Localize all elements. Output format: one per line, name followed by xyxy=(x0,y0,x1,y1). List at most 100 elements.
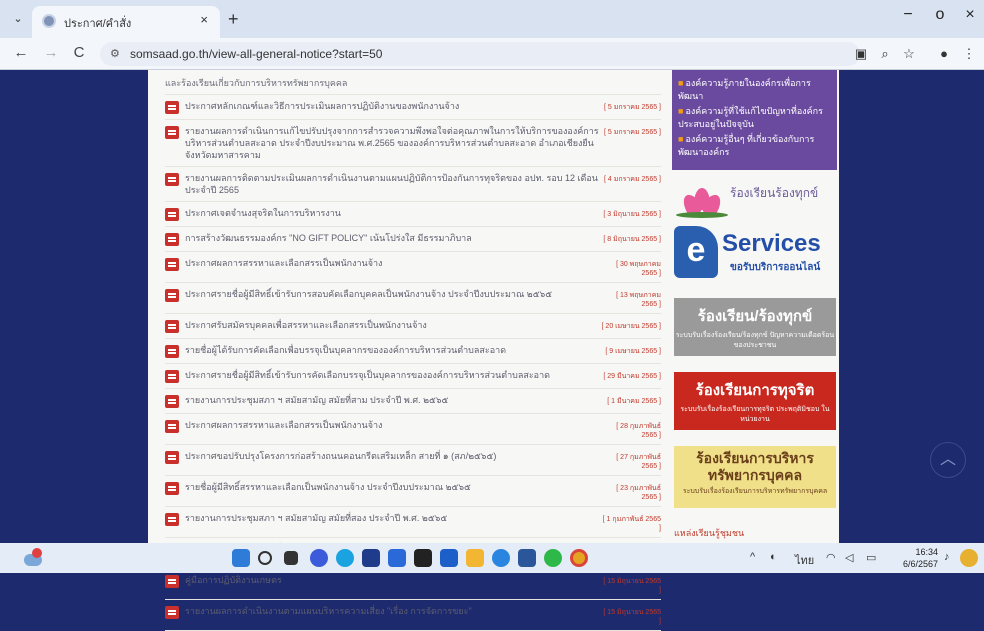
store-icon[interactable] xyxy=(362,549,380,567)
complaint-header: ร้องเรียนร้องทุกข์ xyxy=(670,182,838,222)
notice-title[interactable]: ประกาศผลการสรรหาและเลือกสรรเป็นพนักงานจ้… xyxy=(185,419,601,431)
notice-row[interactable]: ประกาศหลักเกณฑ์และวิธีการประเมินผลการปฏิ… xyxy=(165,95,661,120)
notice-date: [ 1 กุมภาพันธ์ 2565 ] xyxy=(602,516,661,532)
clock-date: 6/6/2567 xyxy=(902,559,938,569)
notice-title[interactable]: ประกาศหลักเกณฑ์และวิธีการประเมินผลการปฏิ… xyxy=(185,100,601,112)
edge-icon[interactable] xyxy=(336,549,354,567)
translate-icon[interactable]: ▣ xyxy=(852,46,870,62)
notice-title[interactable]: ประกาศผลการสรรหาและเลือกสรรเป็นพนักงานจ้… xyxy=(185,257,601,269)
notice-title[interactable]: ประกาศเจตจำนงสุจริตในการบริหารงาน xyxy=(185,207,601,219)
notice-title[interactable]: และร้องเรียนเกี่ยวกับการบริหารทรัพยากรบุ… xyxy=(165,77,601,89)
file-explorer-icon[interactable] xyxy=(466,549,484,567)
notice-row[interactable]: รายชื่อผู้ได้รับการคัดเลือกเพื่อบรรจุเป็… xyxy=(165,339,661,364)
search-icon[interactable] xyxy=(258,551,272,565)
bookmark-star-icon[interactable]: ☆ xyxy=(900,46,918,62)
menu-item-2[interactable]: ■ องค์ความรู้ที่ใช้แก้ไขปัญหาที่องค์กรประ… xyxy=(672,104,837,132)
notice-row[interactable]: รายงานผลการติดตามประเมินผลการดำเนินงานตา… xyxy=(165,167,661,202)
notice-row[interactable]: รายงานการประชุมสภา ฯ สมัยสามัญ สมัยที่สอ… xyxy=(165,507,661,538)
menu-item-1[interactable]: ■ องค์ความรู้ภายในองค์กรเพื่อการพัฒนา xyxy=(672,76,837,104)
eservices-title: Services xyxy=(722,230,821,257)
notice-row[interactable]: การสร้างวัฒนธรรมองค์กร "NO GIFT POLICY" … xyxy=(165,227,661,252)
tab-bar: ⌄ ประกาศ/คำสั่ง × + − o × xyxy=(0,0,984,38)
menu-dots-icon[interactable]: ⋮ xyxy=(960,46,978,62)
tray-app-icon[interactable]: ◐ xyxy=(770,551,777,563)
notice-row[interactable]: และร้องเรียนเกี่ยวกับการบริหารทรัพยากรบุ… xyxy=(165,72,661,95)
dropbox-icon[interactable] xyxy=(414,549,432,567)
battery-icon[interactable]: ▭ xyxy=(866,551,876,564)
notice-title[interactable]: คู่มือการปฏิบัติงานเกษตร xyxy=(185,574,601,586)
complaint-banner-sub: ระบบรับเรื่องร้องเรียน/ร้องทุกข์ ปัญหาคว… xyxy=(675,332,835,349)
start-icon[interactable] xyxy=(232,549,250,567)
back-button[interactable]: ← xyxy=(10,44,32,61)
notice-row[interactable]: รายชื่อผู้มีสิทธิ์สรรหาและเลือกเป็นพนักง… xyxy=(165,476,661,507)
notice-title[interactable]: ประกาศรายชื่อผู้มีสิทธิ์เข้ารับการคัดเลื… xyxy=(185,369,601,381)
notice-row[interactable]: ประกาศผลการสรรหาและเลือกสรรเป็นพนักงานจ้… xyxy=(165,414,661,445)
app-icon[interactable] xyxy=(388,549,406,567)
chat-icon[interactable] xyxy=(310,549,328,567)
notice-title[interactable]: รายงานการประชุมสภา ฯ สมัยสามัญ สมัยที่สอ… xyxy=(185,512,601,524)
notice-title[interactable]: ประกาศขอปรับปรุงโครงการก่อสร้างถนนคอนกรี… xyxy=(185,450,601,462)
wifi-icon[interactable]: ◠ xyxy=(826,551,836,564)
tab-search-button[interactable]: ⌄ xyxy=(6,8,30,30)
menu-item-3[interactable]: ■ องค์ความรู้อื่นๆ ที่เกี่ยวข้องกับการพัฒ… xyxy=(672,132,837,160)
maximize-button[interactable]: o xyxy=(925,6,955,24)
clock-time: 16:34 xyxy=(915,547,938,557)
tab-close-button[interactable]: × xyxy=(200,12,208,27)
corruption-banner[interactable]: ร้องเรียนการทุจริต ระบบรับเรื่องร้องเรีย… xyxy=(674,372,836,430)
zoom-icon[interactable]: ⌕ xyxy=(876,46,894,62)
notice-title[interactable]: รายงานการประชุมสภา ฯ สมัยสามัญ สมัยที่สา… xyxy=(185,394,601,406)
word-icon[interactable] xyxy=(518,549,536,567)
profile-icon[interactable]: ● xyxy=(935,46,953,61)
notice-row[interactable]: ประกาศขอปรับปรุงโครงการก่อสร้างถนนคอนกรี… xyxy=(165,445,661,476)
eservices-banner[interactable]: e Services ขอรับบริการออนไลน์ xyxy=(670,226,838,286)
notice-title[interactable]: ประกาศรายชื่อผู้มีสิทธิ์เข้ารับการสอบคัด… xyxy=(185,288,601,300)
e-logo-icon: e xyxy=(674,226,718,278)
line-icon[interactable] xyxy=(544,549,562,567)
volume-icon[interactable]: ◁ xyxy=(845,551,853,564)
task-view-icon[interactable] xyxy=(284,551,298,565)
minimize-button[interactable]: − xyxy=(893,6,923,24)
pdf-icon xyxy=(165,208,179,221)
copilot-icon[interactable] xyxy=(960,549,978,567)
pdf-icon xyxy=(165,173,179,186)
reload-button[interactable]: C xyxy=(68,44,90,61)
clock[interactable]: 16:34 6/6/2567 xyxy=(898,546,938,570)
chrome-icon[interactable] xyxy=(570,549,588,567)
taskbar: ^ ◐ ไทย ◠ ◁ ▭ 16:34 6/6/2567 ♪ xyxy=(0,543,984,573)
mail-icon[interactable] xyxy=(440,549,458,567)
notice-row[interactable]: ประกาศรับสมัครบุคคลเพื่อสรรหาและเลือกสรร… xyxy=(165,314,661,339)
scroll-to-top-button[interactable]: ︿ xyxy=(930,442,966,478)
tab-title: ประกาศ/คำสั่ง xyxy=(64,18,132,30)
notice-row[interactable]: รายงานผลการดำเนินการแก้ไขปรับปรุงจากการส… xyxy=(165,120,661,167)
forward-button[interactable]: → xyxy=(40,44,62,61)
notice-title[interactable]: รายงานผลการติดตามประเมินผลการดำเนินงานตา… xyxy=(185,172,601,196)
notice-row[interactable]: ประกาศรายชื่อผู้มีสิทธิ์เข้ารับการคัดเลื… xyxy=(165,364,661,389)
weather-icon[interactable] xyxy=(22,548,44,568)
notice-row[interactable]: รายงานผลการดำเนินงานตามแผนบริหารความเสี่… xyxy=(165,600,661,631)
notice-row[interactable]: ประกาศเจตจำนงสุจริตในการบริหารงาน[ 3 มิถ… xyxy=(165,202,661,227)
notice-date: [ 15 มิถุนายน 2565 ] xyxy=(603,609,661,625)
site-info-icon[interactable]: ⚙ xyxy=(110,47,120,60)
notice-title[interactable]: รายงานผลการดำเนินงานตามแผนบริหารความเสี่… xyxy=(185,605,601,617)
language-indicator[interactable]: ไทย xyxy=(795,551,814,569)
complaint-banner[interactable]: ร้องเรียน/ร้องทุกข์ ระบบรับเรื่องร้องเรี… xyxy=(674,298,836,356)
notice-row[interactable]: ประกาศรายชื่อผู้มีสิทธิ์เข้ารับการสอบคัด… xyxy=(165,283,661,314)
notice-title[interactable]: การสร้างวัฒนธรรมองค์กร "NO GIFT POLICY" … xyxy=(185,232,601,244)
pdf-icon xyxy=(165,320,179,333)
settings-icon[interactable] xyxy=(492,549,510,567)
notice-title[interactable]: ประกาศรับสมัครบุคคลเพื่อสรรหาและเลือกสรร… xyxy=(185,319,601,331)
notice-title[interactable]: รายงานผลการดำเนินการแก้ไขปรับปรุงจากการส… xyxy=(185,125,601,161)
notice-title[interactable]: รายชื่อผู้ได้รับการคัดเลือกเพื่อบรรจุเป็… xyxy=(185,344,601,356)
notice-row[interactable]: ประกาศผลการสรรหาและเลือกสรรเป็นพนักงานจ้… xyxy=(165,252,661,283)
notice-row[interactable]: คู่มือการปฏิบัติงานเกษตร[ 15 มิถุนายน 25… xyxy=(165,569,661,600)
notice-title[interactable]: รายชื่อผู้มีสิทธิ์สรรหาและเลือกเป็นพนักง… xyxy=(185,481,601,493)
close-window-button[interactable]: × xyxy=(955,6,984,24)
browser-tab[interactable]: ประกาศ/คำสั่ง × xyxy=(32,6,220,38)
notice-row[interactable]: รายงานการประชุมสภา ฯ สมัยสามัญ สมัยที่สา… xyxy=(165,389,661,414)
url-field[interactable]: ⚙ somsaad.go.th/view-all-general-notice?… xyxy=(100,42,860,66)
hr-complaint-banner[interactable]: ร้องเรียนการบริหารทรัพยากรบุคคล ระบบรับเ… xyxy=(674,446,836,508)
new-tab-button[interactable]: + xyxy=(228,9,239,30)
notification-bell-icon[interactable]: ♪ xyxy=(944,551,950,563)
tray-chevron-icon[interactable]: ^ xyxy=(750,551,755,563)
eservices-subtitle: ขอรับบริการออนไลน์ xyxy=(730,262,821,273)
